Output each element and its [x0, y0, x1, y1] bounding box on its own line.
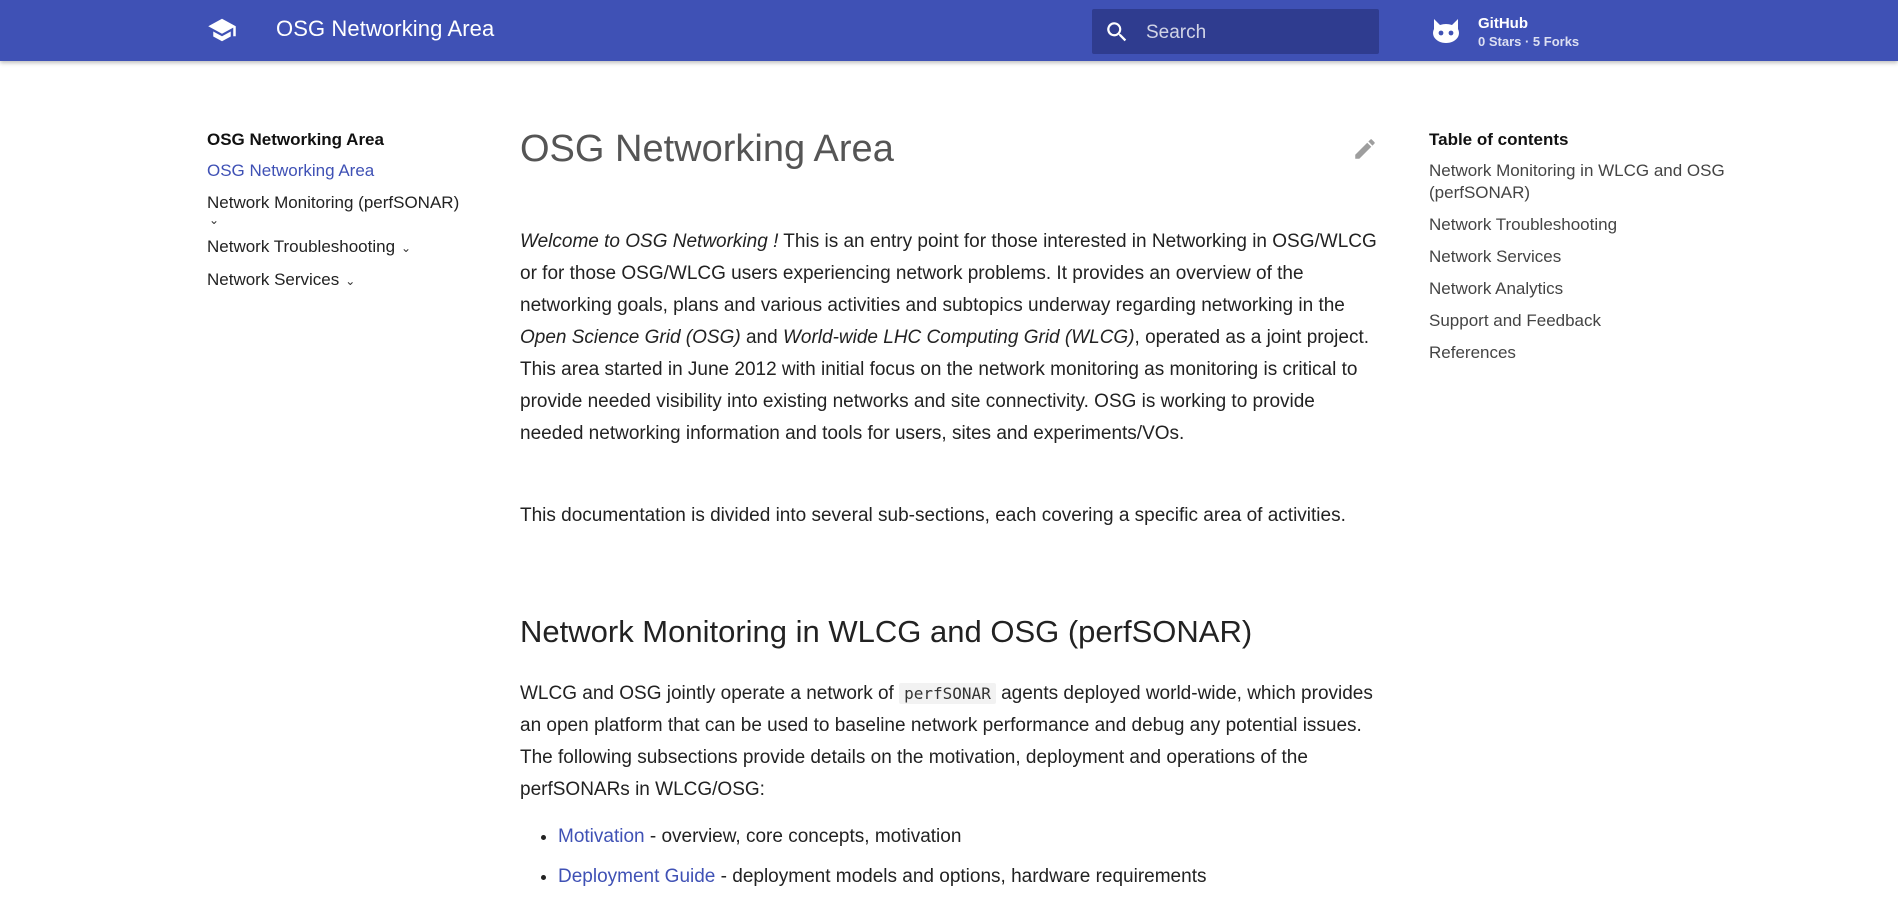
nav-item-network-troubleshooting[interactable]: Network Troubleshooting ⌄ — [207, 236, 477, 259]
main-content: OSG Networking Area Welcome to OSG Netwo… — [520, 126, 1380, 887]
top-header: OSG Networking Area GitHub 0 Stars · 5 F… — [0, 0, 1898, 61]
deployment-guide-link[interactable]: Deployment Guide — [558, 866, 715, 887]
perfsonar-paragraph: WLCG and OSG jointly operate a network o… — [520, 678, 1380, 806]
toc-item-network-monitoring[interactable]: Network Monitoring in WLCG and OSG (perf… — [1429, 160, 1729, 204]
nav-item-network-services[interactable]: Network Services ⌄ — [207, 269, 477, 292]
repo-facts: 0 Stars · 5 Forks — [1478, 34, 1580, 49]
nav-item-network-monitoring[interactable]: Network Monitoring (perfSONAR) ⌄ — [207, 192, 477, 226]
list-item: Motivation - overview, core concepts, mo… — [558, 824, 1378, 850]
toc-item-support-feedback[interactable]: Support and Feedback — [1429, 310, 1729, 332]
perfsonar-text-1: WLCG and OSG jointly operate a network o… — [520, 683, 900, 704]
welcome-text: Welcome to OSG Networking ! — [520, 231, 779, 252]
list-item-desc: - deployment models and options, hardwar… — [715, 866, 1207, 887]
nav-item-home[interactable]: OSG Networking Area — [207, 160, 477, 182]
nav-item-label: Network Monitoring (perfSONAR) — [207, 193, 460, 212]
chevron-down-icon[interactable]: ⌄ — [209, 214, 477, 226]
sections-paragraph: This documentation is divided into sever… — [520, 505, 1346, 526]
intro-paragraph: Welcome to OSG Networking ! This is an e… — [520, 226, 1380, 450]
nav-item-label: Network Troubleshooting — [207, 237, 396, 256]
primary-sidebar: OSG Networking Area OSG Networking Area … — [207, 130, 477, 302]
page-title: OSG Networking Area — [520, 128, 894, 170]
github-icon — [1433, 19, 1459, 43]
chevron-down-icon[interactable]: ⌄ — [401, 237, 411, 259]
search-icon — [1107, 22, 1127, 42]
site-title[interactable]: OSG Networking Area — [276, 16, 494, 42]
section-heading-network-monitoring: Network Monitoring in WLCG and OSG (perf… — [520, 614, 1253, 649]
motivation-link[interactable]: Motivation — [558, 826, 645, 847]
toc-item-network-analytics[interactable]: Network Analytics — [1429, 278, 1729, 300]
chevron-down-icon[interactable]: ⌄ — [345, 270, 355, 292]
nav-title: OSG Networking Area — [207, 130, 384, 149]
nav-item-label: OSG Networking Area — [207, 161, 375, 180]
perfsonar-subsection-list: Motivation - overview, core concepts, mo… — [520, 824, 1378, 904]
github-repo-link[interactable]: GitHub 0 Stars · 5 Forks — [1430, 12, 1610, 52]
table-of-contents: Table of contents Network Monitoring in … — [1429, 130, 1729, 374]
search-input[interactable] — [1144, 9, 1373, 56]
nav-item-label: Network Services — [207, 270, 340, 289]
toc-item-network-troubleshooting[interactable]: Network Troubleshooting — [1429, 214, 1729, 236]
pencil-icon[interactable] — [1352, 136, 1378, 167]
toc-item-network-services[interactable]: Network Services — [1429, 246, 1729, 268]
toc-title: Table of contents — [1429, 130, 1569, 149]
search-box[interactable] — [1092, 9, 1379, 56]
list-item: Deployment Guide - deployment models and… — [558, 864, 1378, 890]
school-icon[interactable] — [207, 17, 237, 43]
osg-term: Open Science Grid (OSG) — [520, 327, 741, 348]
repo-name: GitHub — [1478, 15, 1528, 32]
perfsonar-code: perfSONAR — [899, 683, 996, 704]
intro-and: and — [740, 327, 783, 348]
toc-item-references[interactable]: References — [1429, 342, 1729, 364]
wlcg-term: World-wide LHC Computing Grid (WLCG) — [782, 327, 1135, 348]
list-item-desc: - overview, core concepts, motivation — [644, 826, 962, 847]
